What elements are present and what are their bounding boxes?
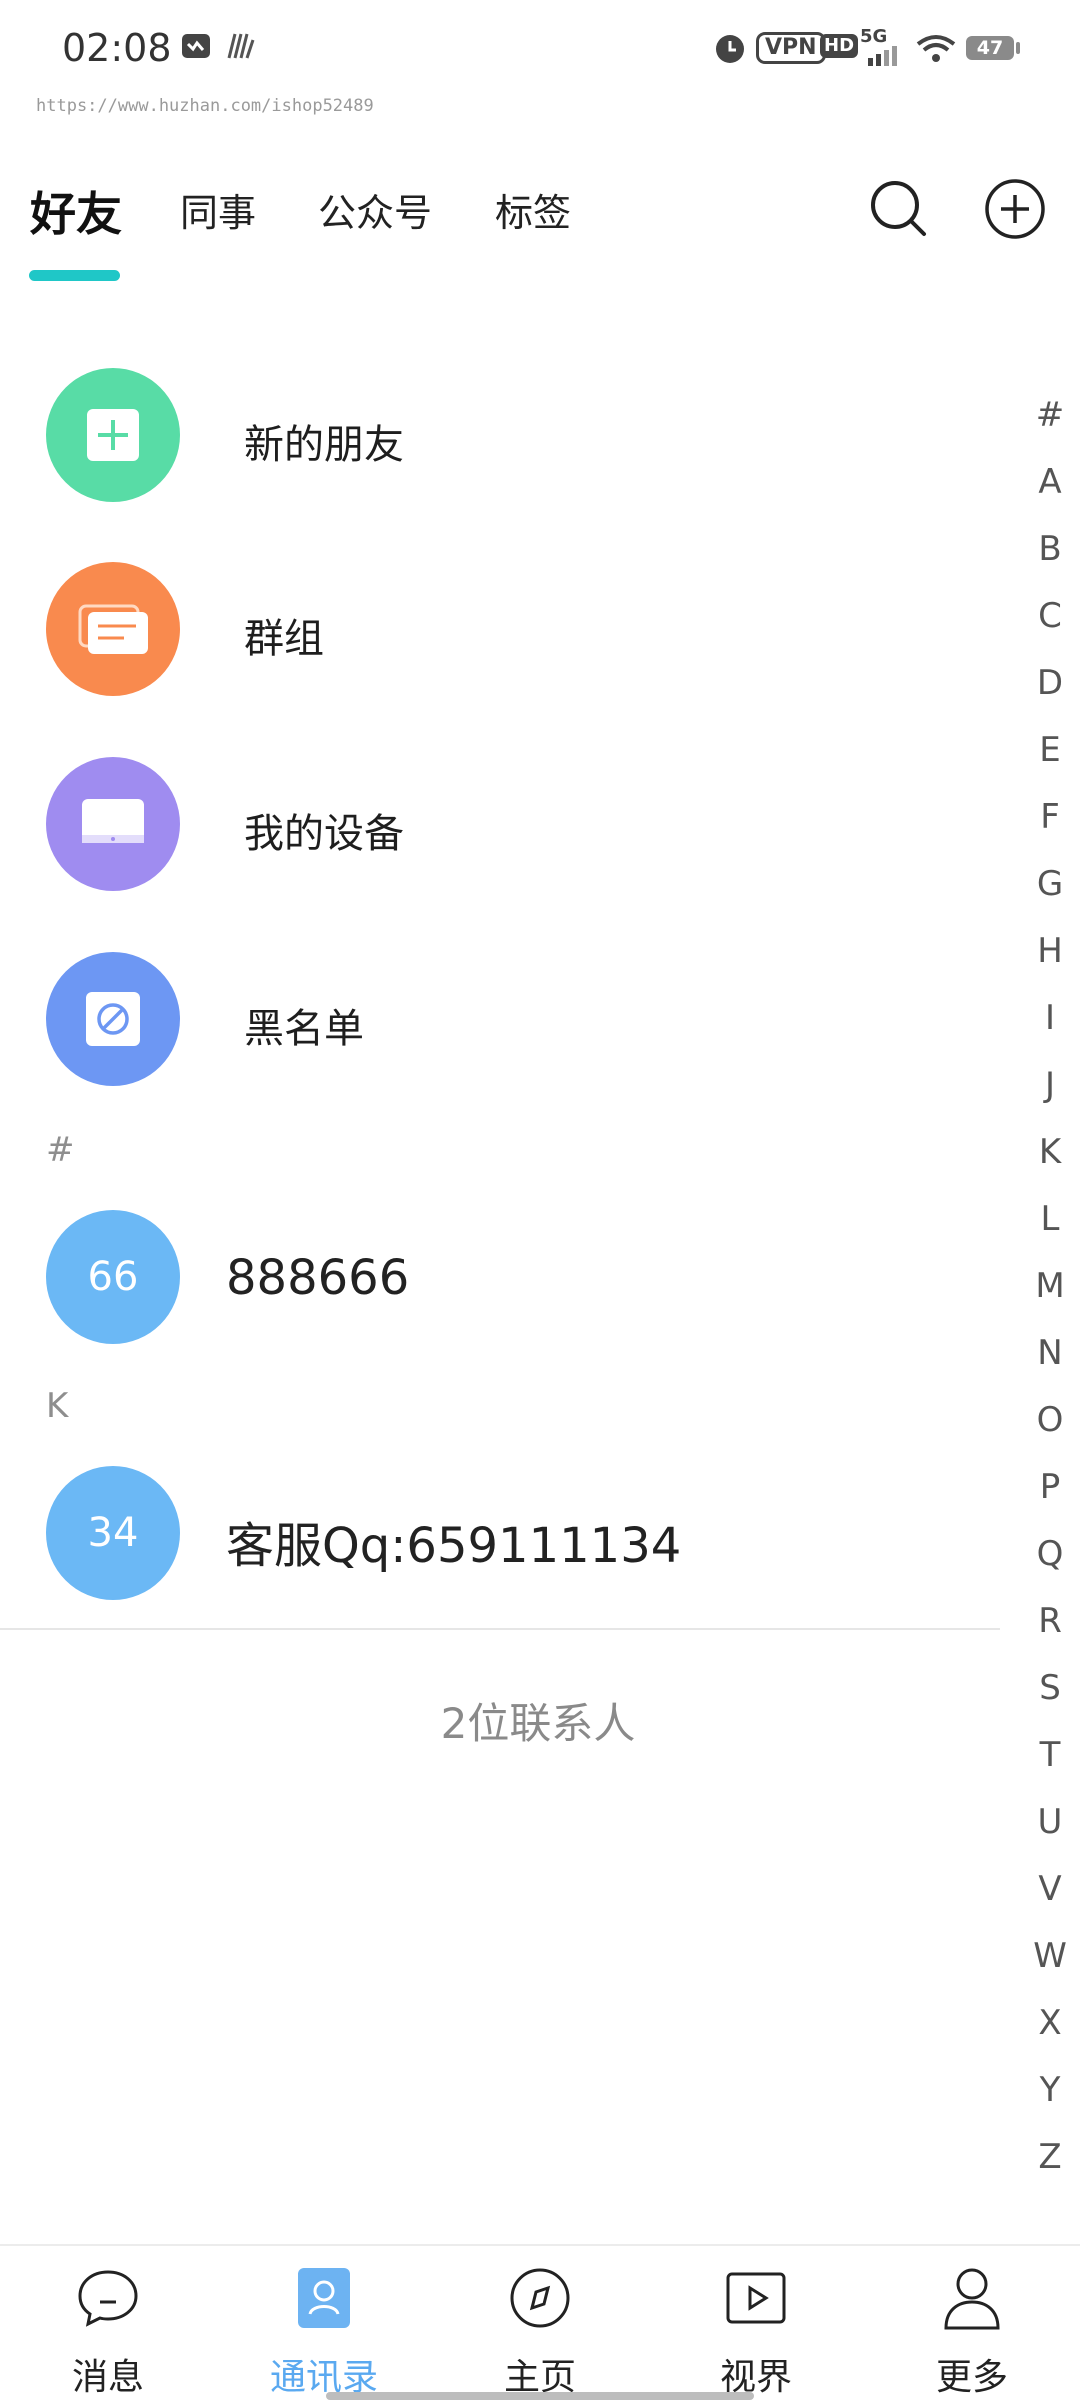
contact-name: 客服Qq:659111134	[226, 1518, 682, 1574]
home-indicator	[326, 2392, 754, 2400]
list-divider	[0, 1628, 1000, 1630]
contact-avatar: 34	[46, 1466, 180, 1600]
video-play-icon	[726, 2272, 786, 2324]
index-letter[interactable]: T	[1022, 1722, 1078, 1789]
chat-bubble-icon	[78, 604, 148, 654]
index-letter[interactable]: R	[1022, 1588, 1078, 1655]
contact-row[interactable]: 34 客服Qq:659111134	[0, 1466, 1000, 1606]
new-friends-avatar	[46, 368, 180, 502]
my-devices-label: 我的设备	[244, 811, 404, 857]
compass-icon	[510, 2268, 570, 2328]
index-letter[interactable]: M	[1022, 1253, 1078, 1320]
index-letter[interactable]: O	[1022, 1387, 1078, 1454]
groups-label: 群组	[244, 616, 324, 662]
section-letter-k: K	[46, 1386, 69, 1426]
index-letter[interactable]: N	[1022, 1320, 1078, 1387]
contact-name: 888666	[226, 1250, 410, 1306]
battery-level: 47	[976, 37, 1004, 59]
index-letter[interactable]: V	[1022, 1856, 1078, 1923]
message-icon	[78, 2270, 138, 2327]
contacts-screen: 02:08 VPN HD 5G 47 https://www.huzhan.co…	[0, 0, 1080, 2404]
nav-messages-label: 消息	[71, 2357, 144, 2398]
index-letter[interactable]: Z	[1022, 2124, 1078, 2191]
watermark-url: https://www.huzhan.com/ishop52489	[36, 96, 374, 116]
index-letter[interactable]: E	[1022, 717, 1078, 784]
nav-vision[interactable]: 视界	[676, 2266, 836, 2398]
index-letter[interactable]: J	[1022, 1052, 1078, 1119]
index-letter[interactable]: H	[1022, 918, 1078, 985]
status-bar: 02:08 VPN HD 5G 47	[0, 0, 1080, 100]
tab-friends[interactable]: 好友	[30, 178, 122, 244]
blacklist-label: 黑名单	[244, 1006, 364, 1052]
alarm-icon	[716, 35, 744, 63]
new-friends-row[interactable]: 新的朋友	[0, 368, 1000, 508]
person-icon	[944, 2268, 1000, 2330]
index-letter[interactable]: #	[1022, 382, 1078, 449]
contact-count: 2位联系人	[440, 1699, 636, 1748]
groups-row[interactable]: 群组	[0, 562, 1000, 702]
nav-messages[interactable]: 消息	[28, 2266, 188, 2398]
index-letter[interactable]: D	[1022, 650, 1078, 717]
monitor-icon	[82, 799, 144, 843]
index-letter[interactable]: X	[1022, 1990, 1078, 2057]
signal-icon	[868, 46, 897, 66]
search-icon[interactable]	[868, 178, 930, 240]
add-circle-icon[interactable]	[984, 178, 1046, 240]
new-friends-label: 新的朋友	[244, 422, 404, 468]
index-letter[interactable]: Q	[1022, 1521, 1078, 1588]
index-letter[interactable]: U	[1022, 1789, 1078, 1856]
nav-more-label: 更多	[935, 2357, 1008, 2398]
battery-tip	[1016, 42, 1020, 54]
index-letter[interactable]: A	[1022, 449, 1078, 516]
tab-colleagues[interactable]: 同事	[180, 182, 256, 237]
bottom-nav: 消息 通讯录 主页 视界 更多	[0, 2244, 1080, 2404]
blacklist-row[interactable]: 黑名单	[0, 952, 1000, 1092]
index-letter[interactable]: Y	[1022, 2057, 1078, 2124]
alphabet-index-bar[interactable]: # A B C D E F G H I J K L M N O P Q R S T U V W X Y Z	[1022, 382, 1078, 2191]
battery-icon: 47	[966, 36, 1014, 60]
index-letter[interactable]: F	[1022, 784, 1078, 851]
hd-badge: HD	[820, 34, 859, 58]
index-letter[interactable]: S	[1022, 1655, 1078, 1722]
nav-contacts[interactable]: 通讯录	[244, 2266, 404, 2398]
nav-home[interactable]: 主页	[460, 2266, 620, 2398]
contact-row[interactable]: 66 888666	[0, 1210, 1000, 1350]
my-devices-row[interactable]: 我的设备	[0, 757, 1000, 897]
plus-icon	[87, 409, 139, 461]
vpn-badge: VPN	[756, 32, 826, 64]
nav-more[interactable]: 更多	[892, 2266, 1052, 2398]
groups-avatar	[46, 562, 180, 696]
index-letter[interactable]: K	[1022, 1119, 1078, 1186]
tab-official-accounts[interactable]: 公众号	[318, 182, 432, 237]
status-time: 02:08	[62, 26, 172, 70]
contact-avatar: 66	[46, 1210, 180, 1344]
index-letter[interactable]: I	[1022, 985, 1078, 1052]
section-letter-hash: #	[46, 1130, 75, 1170]
index-letter[interactable]: G	[1022, 851, 1078, 918]
index-letter[interactable]: L	[1022, 1186, 1078, 1253]
block-icon	[86, 992, 140, 1046]
tab-indicator	[29, 270, 120, 281]
index-letter[interactable]: P	[1022, 1454, 1078, 1521]
index-letter[interactable]: B	[1022, 516, 1078, 583]
notification-app-icon	[182, 34, 210, 58]
my-devices-avatar	[46, 757, 180, 891]
index-letter[interactable]: C	[1022, 583, 1078, 650]
notification-app-icon-2	[227, 33, 255, 59]
wifi-icon	[916, 35, 956, 62]
blacklist-avatar	[46, 952, 180, 1086]
index-letter[interactable]: W	[1022, 1923, 1078, 1990]
contacts-icon	[298, 2268, 350, 2328]
tab-tags[interactable]: 标签	[495, 182, 571, 237]
